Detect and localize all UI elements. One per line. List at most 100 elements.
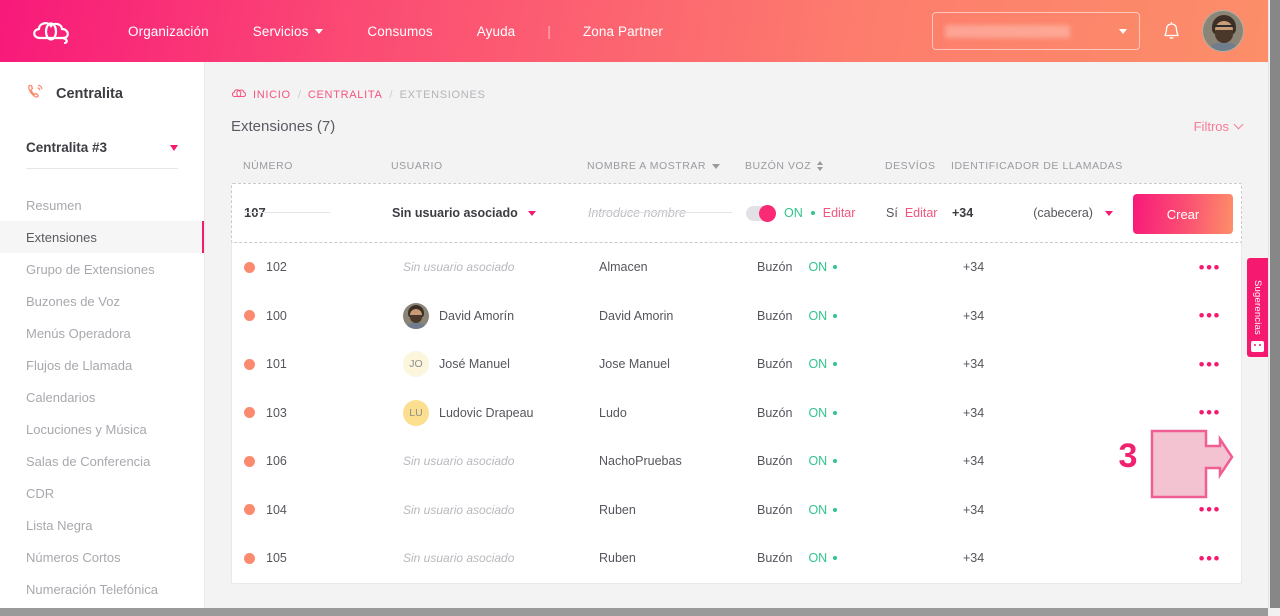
- column-header-identificador-de-llamadas[interactable]: IDENTIFICADOR DE LLAMADAS: [951, 160, 1127, 172]
- horizontal-scrollbar[interactable]: [0, 608, 1268, 616]
- field-underline: [588, 212, 732, 213]
- feedback-face-icon: [1251, 341, 1264, 352]
- row-actions-menu[interactable]: •••: [1199, 404, 1241, 421]
- nav-item-consumos[interactable]: Consumos: [345, 24, 454, 39]
- create-name-placeholder: Introduce nombre: [588, 206, 686, 220]
- row-user: David Amorín: [439, 308, 515, 323]
- status-dot-icon: [833, 507, 838, 512]
- row-display-name: Jose Manuel: [599, 357, 670, 372]
- row-number: 100: [266, 308, 287, 323]
- chevron-down-icon: [1233, 119, 1244, 130]
- nav-item-ayuda[interactable]: Ayuda: [455, 24, 538, 39]
- avatar-initials: JO: [403, 351, 429, 378]
- table-row[interactable]: 105 Sin usuario asociado Ruben Buzón ON …: [232, 534, 1241, 583]
- sidebar-item-resumen[interactable]: Resumen: [0, 189, 204, 221]
- sidebar-item-numeracion-telefonica[interactable]: Numeración Telefónica: [0, 573, 204, 605]
- row-actions-menu[interactable]: •••: [1199, 356, 1241, 373]
- nav-label: Consumos: [367, 23, 433, 39]
- step-annotation-3: 3: [1100, 421, 1234, 499]
- row-actions-menu[interactable]: •••: [1199, 550, 1241, 567]
- sidebar-item-grupo-de-extensiones[interactable]: Grupo de Extensiones: [0, 253, 204, 285]
- column-header-label: IDENTIFICADOR DE LLAMADAS: [951, 160, 1123, 172]
- breadcrumb-item-centralita[interactable]: CENTRALITA: [308, 89, 383, 101]
- step-number: 3: [1118, 437, 1138, 475]
- sidebar-item-numeros-cortos[interactable]: Números Cortos: [0, 541, 204, 573]
- row-display-name: NachoPruebas: [599, 454, 682, 469]
- table-row[interactable]: 106 Sin usuario asociado NachoPruebas Bu…: [232, 437, 1241, 486]
- create-voicemail-group: ON Editar: [746, 204, 886, 222]
- sidebar-item-calendarios[interactable]: Calendarios: [0, 381, 204, 413]
- forward-value: Sí: [886, 206, 898, 220]
- column-header-nombre-a-mostrar[interactable]: NOMBRE A MOSTRAR: [587, 160, 745, 172]
- avatar[interactable]: [1202, 10, 1244, 52]
- table-row[interactable]: 104 Sin usuario asociado Ruben Buzón ON …: [232, 486, 1241, 535]
- row-display-name: Almacen: [599, 260, 648, 275]
- create-user-select[interactable]: Sin usuario asociado: [392, 206, 588, 220]
- row-display-name: David Amorin: [599, 308, 674, 323]
- page-title: Extensiones (7): [231, 118, 336, 135]
- table-header-row: NÚMERO USUARIO NOMBRE A MOSTRAR BUZÓN VO…: [231, 149, 1242, 183]
- create-button[interactable]: Crear: [1133, 194, 1233, 234]
- column-header-usuario[interactable]: USUARIO: [391, 160, 587, 172]
- table-row[interactable]: 102 Sin usuario asociado Almacen Buzón O…: [232, 243, 1241, 292]
- row-user: José Manuel: [439, 357, 510, 372]
- row-voicemail-label: Buzón: [757, 308, 793, 323]
- notification-bell-icon[interactable]: [1158, 18, 1184, 44]
- table-row[interactable]: 101 JO José Manuel Jose Manuel Buzón ON …: [232, 340, 1241, 389]
- row-voicemail-state: ON: [808, 502, 828, 517]
- row-actions-menu[interactable]: •••: [1199, 501, 1241, 518]
- row-actions-menu[interactable]: •••: [1199, 307, 1241, 324]
- filters-toggle[interactable]: Filtros: [1194, 119, 1244, 134]
- column-header-label: DESVÍOS: [885, 160, 936, 172]
- sidebar-item-buzones-de-voz[interactable]: Buzones de Voz: [0, 285, 204, 317]
- sidebar-item-locuciones-y-musica[interactable]: Locuciones y Música: [0, 413, 204, 445]
- chevron-down-icon: [170, 144, 178, 151]
- nav-item-servicios[interactable]: Servicios: [231, 24, 346, 39]
- table-row[interactable]: 100 David Amorín David Amorin Buzón ON +…: [232, 292, 1241, 341]
- column-header-buzon-voz[interactable]: BUZÓN VOZ: [745, 160, 885, 172]
- row-user: Sin usuario asociado: [403, 551, 515, 566]
- horizontal-scrollbar-thumb[interactable]: [0, 608, 1268, 616]
- sidebar-item-lista-negra[interactable]: Lista Negra: [0, 509, 204, 541]
- sidebar-item-cdr[interactable]: CDR: [0, 477, 204, 509]
- field-underline: [244, 212, 330, 213]
- sidebar-item-salas-de-conferencia[interactable]: Salas de Conferencia: [0, 445, 204, 477]
- status-dot-icon: [244, 504, 255, 516]
- column-header-numero[interactable]: NÚMERO: [243, 160, 391, 172]
- nav-item-organizacion[interactable]: Organización: [106, 24, 231, 39]
- organization-select-value: [945, 24, 1070, 38]
- nav-separator: |: [547, 23, 551, 39]
- cloud-home-icon[interactable]: [231, 86, 247, 104]
- forward-edit-link[interactable]: Editar: [905, 206, 938, 220]
- row-display-name: Ludo: [599, 405, 627, 420]
- voicemail-edit-link[interactable]: Editar: [823, 206, 856, 220]
- row-caller-id: +34: [963, 405, 985, 420]
- cloud-logo-icon[interactable]: [0, 18, 106, 44]
- nav-item-zona-partner[interactable]: Zona Partner: [561, 24, 685, 39]
- sidebar-item-menus-operadora[interactable]: Menús Operadora: [0, 317, 204, 349]
- vertical-scrollbar-thumb[interactable]: [1270, 0, 1280, 609]
- organization-select[interactable]: [932, 12, 1140, 50]
- column-header-label: BUZÓN VOZ: [745, 160, 812, 172]
- breadcrumb-item-inicio[interactable]: INICIO: [253, 89, 291, 101]
- vertical-scrollbar[interactable]: [1268, 0, 1280, 609]
- breadcrumb-separator: /: [297, 89, 301, 101]
- create-name-input[interactable]: Introduce nombre: [588, 204, 746, 222]
- create-number-field[interactable]: 107: [244, 204, 392, 222]
- suggestions-tab[interactable]: Sugerencias: [1247, 258, 1268, 357]
- sidebar-item-flujos-de-llamada[interactable]: Flujos de Llamada: [0, 349, 204, 381]
- table-row[interactable]: 103 LU Ludovic Drapeau Ludo Buzón ON +34…: [232, 389, 1241, 438]
- row-user: Sin usuario asociado: [403, 454, 515, 469]
- voicemail-toggle[interactable]: [746, 204, 776, 222]
- row-actions-menu[interactable]: •••: [1199, 259, 1241, 276]
- row-number: 102: [266, 260, 287, 275]
- column-header-desvios[interactable]: DESVÍOS: [885, 160, 951, 172]
- main-nav: Organización Servicios Consumos Ayuda | …: [106, 23, 685, 39]
- row-voicemail-state: ON: [808, 454, 828, 469]
- row-caller-id: +34: [963, 357, 985, 372]
- sidebar-item-extensiones[interactable]: Extensiones: [0, 221, 204, 253]
- caller-id-select[interactable]: (cabecera): [1033, 206, 1113, 220]
- extensions-table: NÚMERO USUARIO NOMBRE A MOSTRAR BUZÓN VO…: [231, 149, 1242, 584]
- status-dot-icon: [244, 261, 255, 273]
- pbx-selector[interactable]: Centralita #3: [26, 140, 178, 169]
